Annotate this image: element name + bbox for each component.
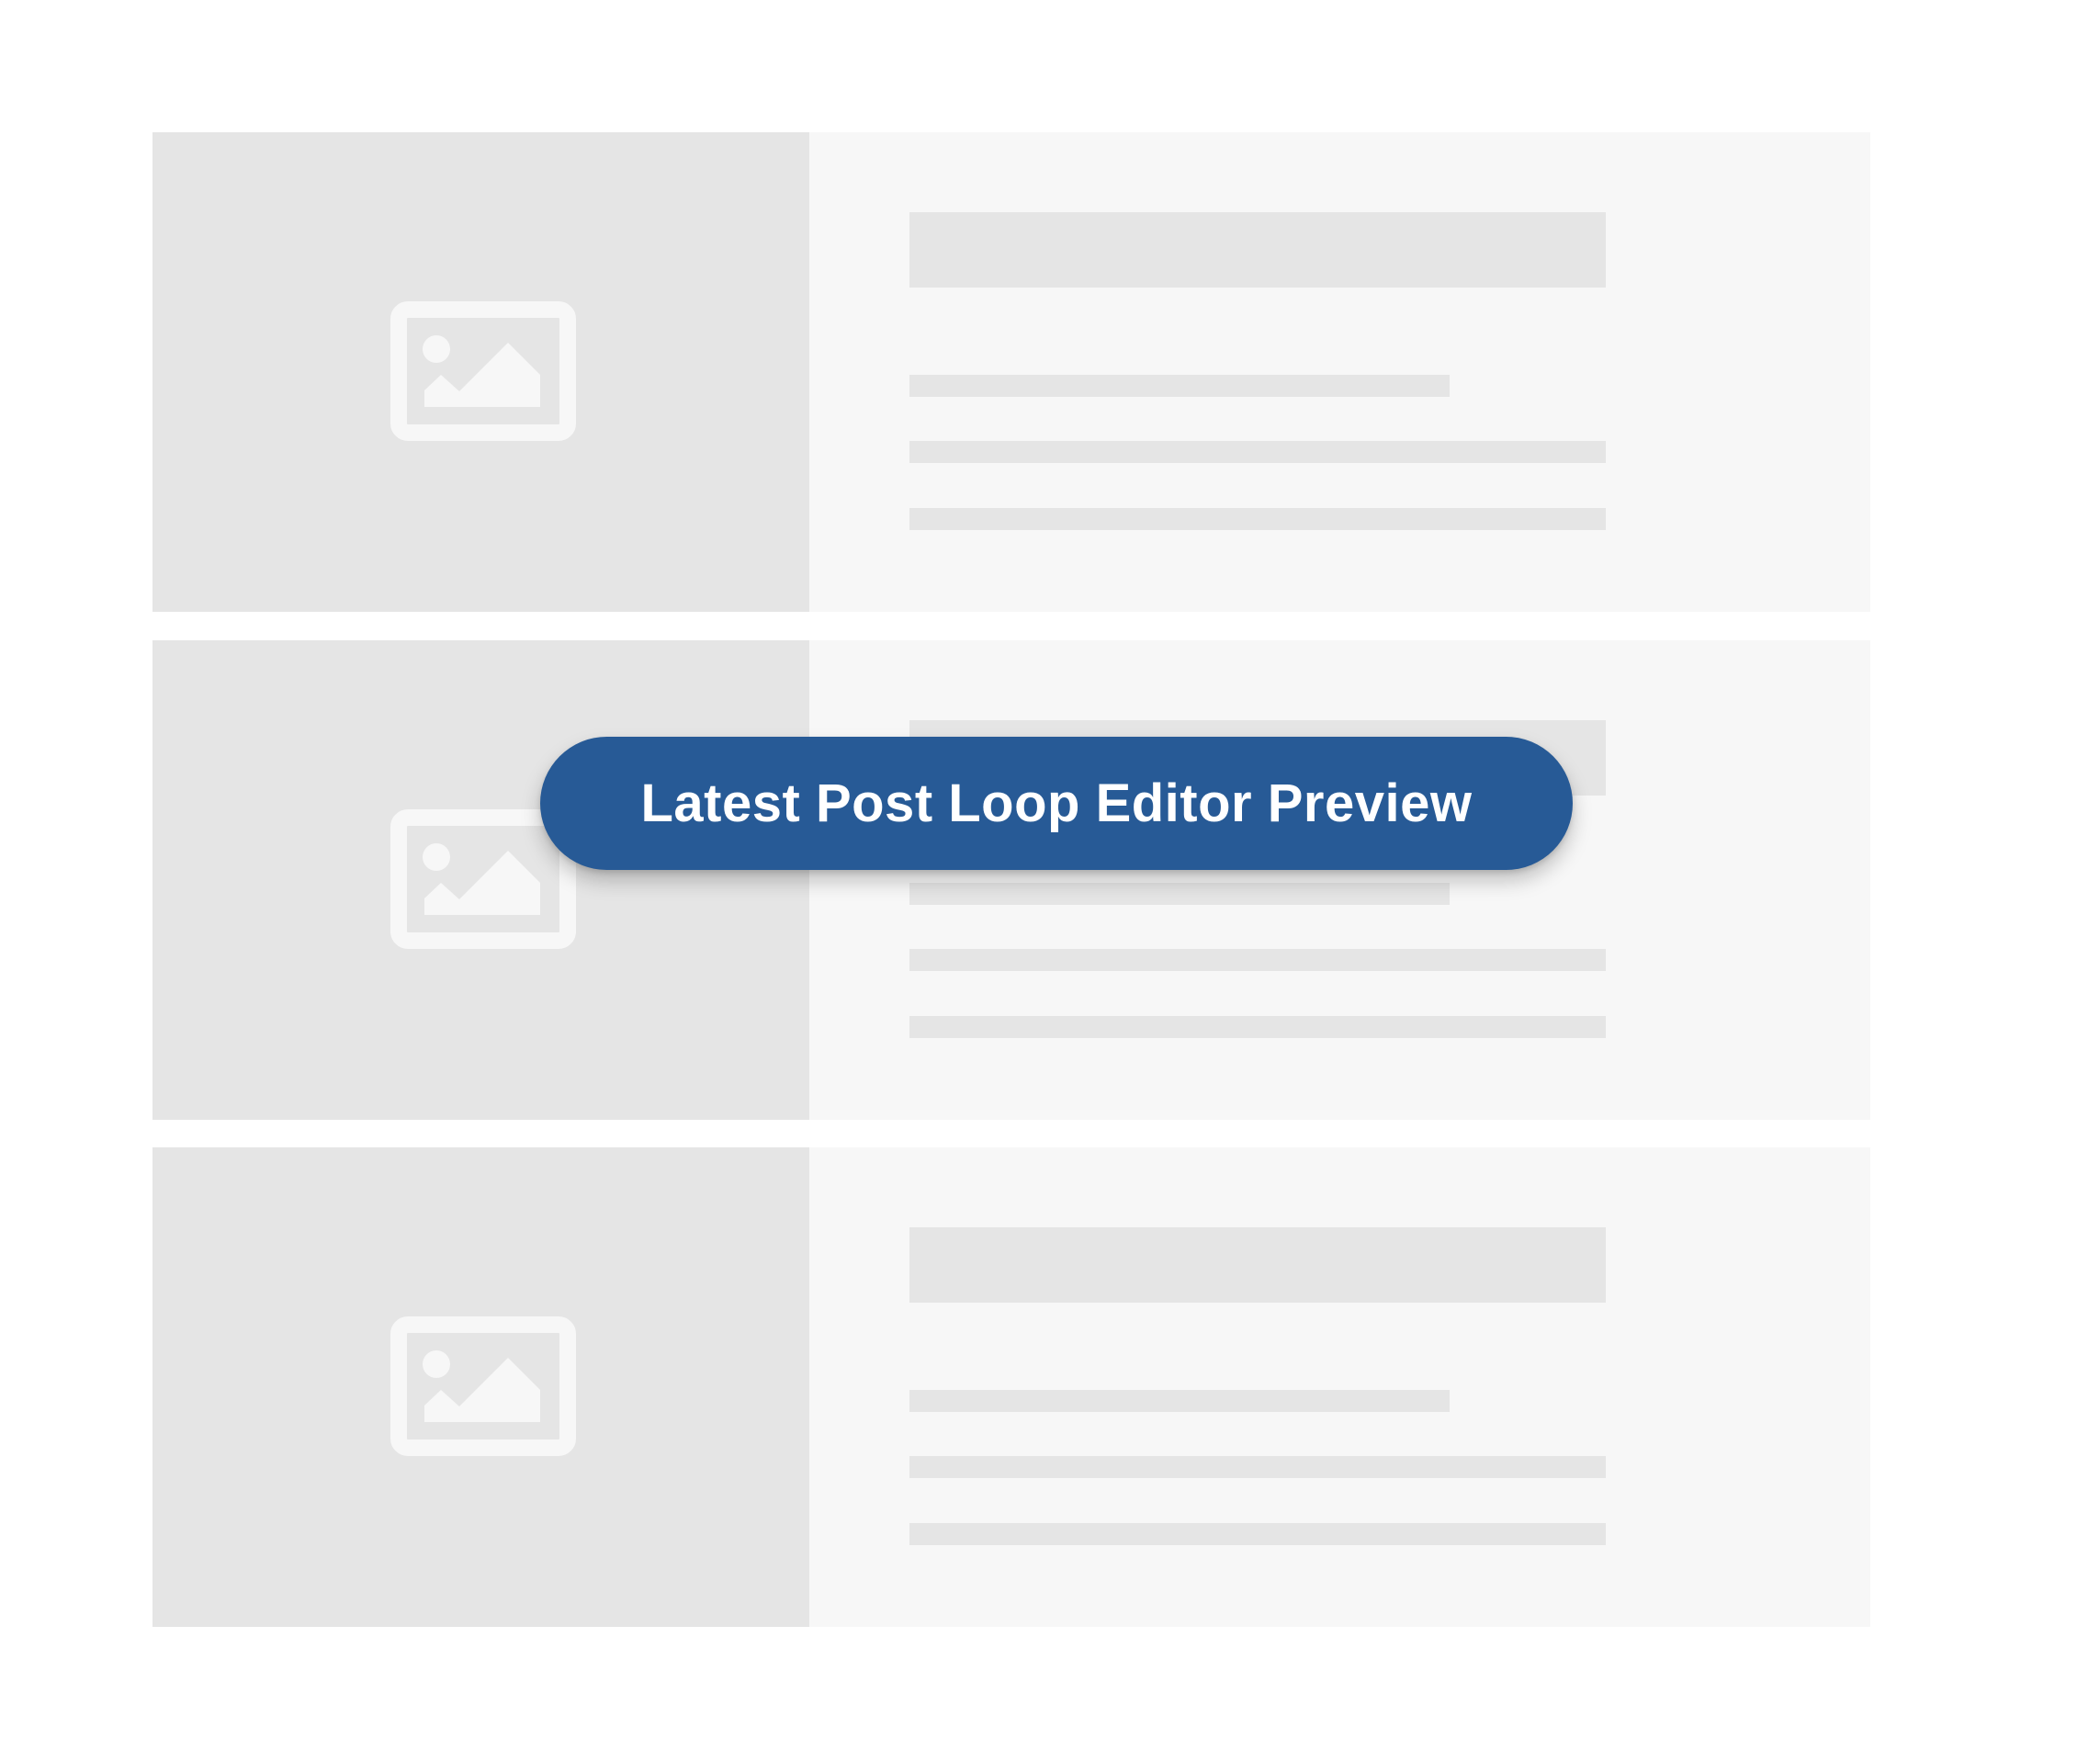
post-excerpt-line-placeholder bbox=[909, 1016, 1606, 1038]
post-card bbox=[152, 640, 1870, 1120]
image-placeholder-icon bbox=[390, 301, 576, 441]
image-placeholder-icon bbox=[390, 1316, 576, 1456]
post-card bbox=[152, 1147, 1870, 1627]
post-title-placeholder bbox=[909, 1227, 1606, 1303]
post-thumbnail bbox=[152, 640, 809, 1120]
post-meta-placeholder bbox=[909, 375, 1450, 397]
post-title-placeholder bbox=[909, 212, 1606, 288]
post-excerpt-line-placeholder bbox=[909, 508, 1606, 530]
post-excerpt-line-placeholder bbox=[909, 1456, 1606, 1478]
post-card bbox=[152, 132, 1870, 612]
post-thumbnail bbox=[152, 132, 809, 612]
post-thumbnail bbox=[152, 1147, 809, 1627]
post-excerpt-line-placeholder bbox=[909, 441, 1606, 463]
editor-preview-label: Latest Post Loop Editor Preview bbox=[640, 773, 1473, 833]
editor-preview-badge: Latest Post Loop Editor Preview bbox=[540, 737, 1573, 870]
post-meta-placeholder bbox=[909, 1390, 1450, 1412]
post-meta-placeholder bbox=[909, 883, 1450, 905]
post-excerpt-line-placeholder bbox=[909, 949, 1606, 971]
post-excerpt-line-placeholder bbox=[909, 1523, 1606, 1545]
